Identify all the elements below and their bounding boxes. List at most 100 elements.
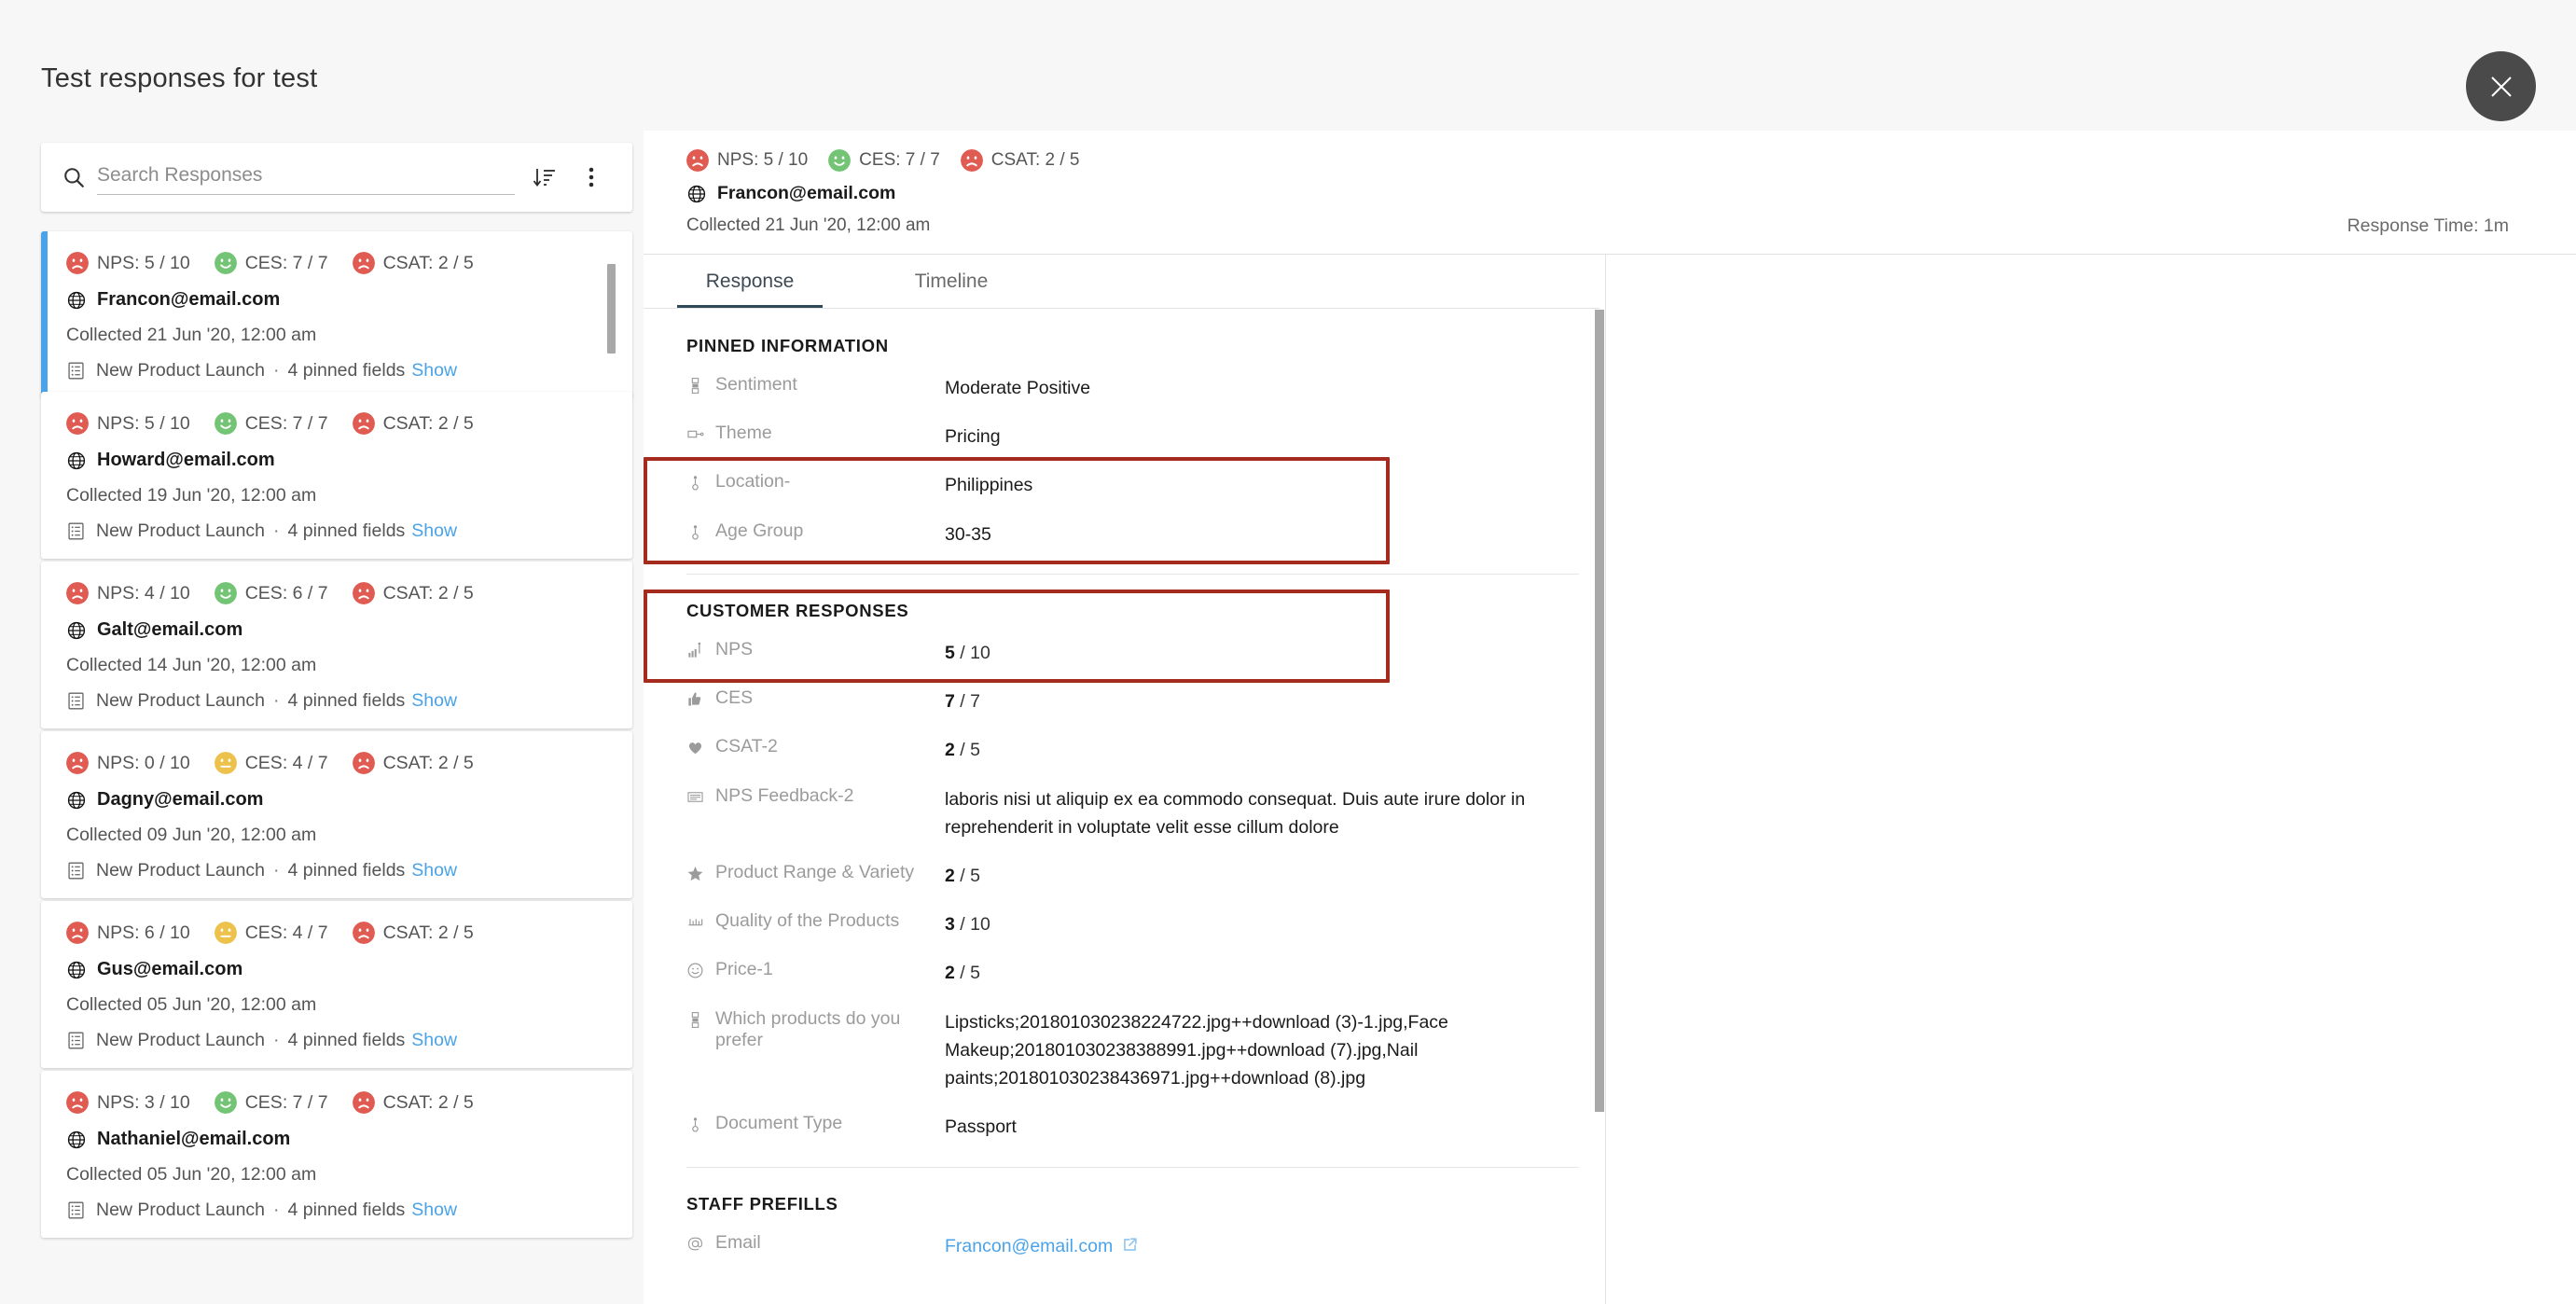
csat-score: CSAT: 2 / 5 [352,412,474,435]
nps-score-label: NPS: 0 / 10 [97,752,190,773]
show-pinned-fields-link[interactable]: Show [411,690,457,712]
respondent-email: Gus@email.com [97,959,243,979]
detail-scrollbar[interactable] [1595,310,1604,1304]
section-title: STAFF PREFILLS [686,1193,838,1214]
more-options-button[interactable] [571,157,612,198]
nps-score-label: NPS: 5 / 10 [97,412,190,434]
show-pinned-fields-link[interactable]: Show [411,520,457,542]
external-link-icon[interactable] [1121,1234,1139,1252]
happy-face-icon [828,149,852,172]
field-value: Francon@email.com [945,1232,1139,1260]
response-card[interactable]: NPS: 4 / 10 CES: 6 / 7 CSAT: 2 / 5 Galt@ema… [41,562,632,728]
response-card[interactable]: NPS: 5 / 10 CES: 7 / 7 CSAT: 2 / 5 Howard@e… [41,392,632,559]
field-value: Passport [945,1117,1017,1138]
close-button[interactable] [2466,51,2536,121]
csat-score: CSAT: 2 / 5 [352,922,474,944]
globe-icon [66,620,87,641]
nps-score: NPS: 6 / 10 [66,922,190,944]
field-label-text: Product Range & Variety [715,861,915,882]
show-pinned-fields-link[interactable]: Show [411,860,457,881]
field-row: CES 7 / 7 [686,677,1579,726]
pinned-fields-count: 4 pinned fields [287,1200,406,1220]
heart-icon [686,739,704,756]
field-label: Age Group [686,520,945,542]
scale-icon [686,913,704,931]
detail-scroll-thumb[interactable] [1595,310,1604,1112]
show-pinned-fields-link[interactable]: Show [411,1200,457,1221]
detail-email-row: Francon@email.com [686,183,1079,204]
more-vertical-icon [589,167,594,187]
field-denominator: / 5 [954,963,980,984]
ces-score: CES: 7 / 7 [214,1091,328,1114]
field-value: Pricing [945,426,1001,448]
response-card[interactable]: NPS: 6 / 10 CES: 4 / 7 CSAT: 2 / 5 Gus@emai… [41,901,632,1068]
search-icon [64,168,84,187]
survey-meta-row: New Product Launch · 4 pinned fields Show [66,1200,617,1221]
nps-score: NPS: 0 / 10 [66,752,190,774]
field-value: 30-35 [945,523,991,545]
pinned-fields-count: 4 pinned fields [287,690,406,711]
nps-score-label: NPS: 5 / 10 [97,252,190,273]
close-icon [2490,76,2512,97]
response-detail-panel: NPS: 5 / 10 CES: 7 / 7 CSAT: 2 / 5 Franc… [644,131,2576,1304]
email-row: Gus@email.com [66,959,617,980]
sad-face-icon [352,922,375,944]
text-field-icon [686,377,704,395]
section-title: CUSTOMER RESPONSES [686,600,909,620]
detail-content: PINNED INFORMATION Sentiment Moderate Posi… [644,336,1600,1270]
sort-button[interactable] [524,157,565,198]
detail-tabs: Response Timeline [644,255,1600,309]
field-label: Location- [686,471,945,492]
response-card[interactable]: NPS: 5 / 10 CES: 7 / 7 CSAT: 2 / 5 Francon@… [41,231,632,398]
field-row: Price-1 2 / 5 [686,949,1579,997]
field-value: Lipsticks;201801030238224722.jpg++downlo… [945,1011,1448,1089]
sad-face-icon [66,412,89,435]
sad-face-icon [352,412,375,435]
field-label-text: Which products do you prefer [715,1007,901,1050]
sidebar-scrollbar[interactable] [607,219,616,1304]
nps-score-label: NPS: 4 / 10 [97,582,190,603]
happy-face-icon [214,582,237,604]
section-divider [686,1166,1579,1168]
field-row: Email Francon@email.com [686,1222,1579,1270]
at-icon [686,1235,704,1253]
dropdown-icon [686,474,704,492]
sad-face-icon [66,582,89,604]
sidebar-scroll-thumb[interactable] [607,264,616,354]
ces-score-label: CES: 7 / 7 [244,412,328,434]
email-row: Nathaniel@email.com [66,1129,617,1150]
response-card[interactable]: NPS: 3 / 10 CES: 7 / 7 CSAT: 2 / 5 Nathanie… [41,1071,632,1238]
field-score: 2 [945,740,955,761]
tab-timeline[interactable]: Timeline [879,271,1024,308]
field-label: Which products do you prefer [686,1008,945,1051]
page-title: Test responses for test [41,63,318,93]
detail-content-scroll[interactable]: PINNED INFORMATION Sentiment Moderate Posi… [644,310,1600,1304]
tag-icon [686,425,704,443]
response-card[interactable]: NPS: 0 / 10 CES: 4 / 7 CSAT: 2 / 5 Dagny@em… [41,731,632,898]
field-label-text: Sentiment [715,374,797,395]
field-denominator: / 10 [954,642,990,663]
csat-score-label: CSAT: 2 / 5 [382,252,474,273]
response-list[interactable]: NPS: 5 / 10 CES: 7 / 7 CSAT: 2 / 5 Francon@… [0,219,644,1304]
tab-response[interactable]: Response [677,271,823,308]
collected-date: Collected 14 Jun '20, 12:00 am [66,655,317,675]
csat-score-label: CSAT: 2 / 5 [382,1091,474,1113]
score-row: NPS: 5 / 10 CES: 7 / 7 CSAT: 2 / 5 [66,252,617,274]
detail-nps-score: NPS: 5 / 10 [686,149,808,172]
survey-list-icon [66,1031,86,1050]
respondent-email: Francon@email.com [97,289,281,310]
survey-name: New Product Launch [96,860,266,881]
sad-face-icon [66,1091,89,1114]
field-score: 5 [945,642,955,663]
email-link[interactable]: Francon@email.com [945,1236,1113,1256]
field-label-text: CES [715,687,754,709]
csat-score: CSAT: 2 / 5 [352,252,474,274]
search-input[interactable] [97,160,515,195]
show-pinned-fields-link[interactable]: Show [411,360,457,381]
sad-face-icon [686,149,709,172]
show-pinned-fields-link[interactable]: Show [411,1030,457,1051]
nps-score-label: NPS: 6 / 10 [97,922,190,943]
survey-name: New Product Launch [96,1030,266,1050]
field-label-text: Email [715,1231,761,1253]
globe-icon [66,960,87,980]
